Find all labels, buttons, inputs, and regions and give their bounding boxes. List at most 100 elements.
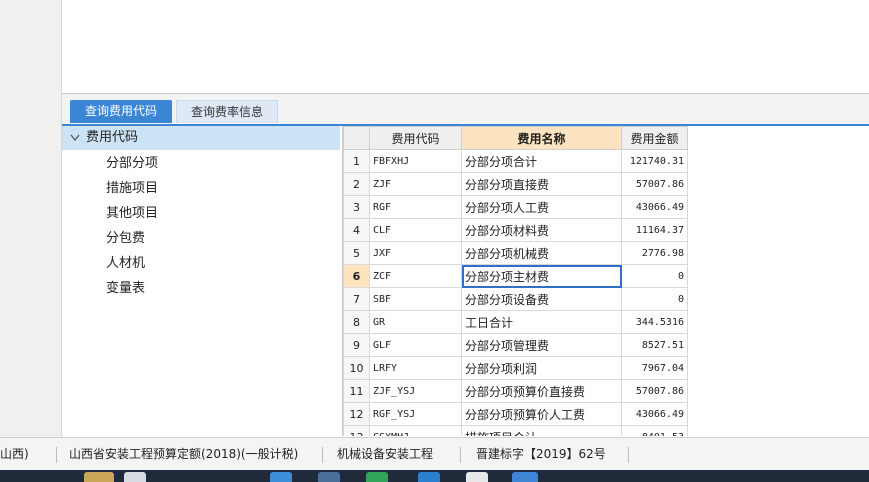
fee-amount-cell[interactable]: 7967.04 [621,356,688,380]
table-row[interactable]: 13CSXMHJ措施项目合计8401.53 [343,425,688,436]
fee-name-cell[interactable]: 分部分项直接费 [461,172,622,196]
fee-code-cell[interactable]: CSXMHJ [369,425,462,436]
row-number-cell[interactable]: 8 [343,310,370,334]
table-row[interactable]: 5 JXF 分部分项机械费 2776.98 [343,241,688,265]
row-number-cell[interactable]: 6 [343,264,370,288]
row-number-cell[interactable]: 12 [343,402,370,426]
taskbar-app-icon[interactable] [124,472,146,482]
fee-code-cell[interactable]: GLF [369,333,462,357]
taskbar-app-icon[interactable] [366,472,388,482]
fee-amount-cell[interactable]: 11164.37 [621,218,688,242]
fee-code-cell[interactable]: FBFXHJ [369,149,462,173]
table-row[interactable]: 1 FBFXHJ 分部分项合计 121740.31 [343,149,688,173]
fee-name-cell[interactable]: 分部分项主材费 [461,264,622,288]
table-row[interactable]: 12 RGF_YSJ 分部分项预算价人工费 43066.49 [343,402,688,426]
table-row[interactable]: 10 LRFY 分部分项利润 7967.04 [343,356,688,380]
taskbar-app-icon[interactable] [84,472,114,482]
status-divider [628,447,629,463]
header-fee-name[interactable]: 费用名称 [461,126,622,150]
header-row-number[interactable] [343,126,370,150]
chevron-down-icon[interactable] [70,126,82,150]
fee-amount-cell[interactable]: 43066.49 [621,195,688,219]
tree-root-fee-code[interactable]: 费用代码 [62,126,340,150]
fee-amount-cell[interactable]: 43066.49 [621,402,688,426]
fee-amount-cell[interactable]: 57007.86 [621,172,688,196]
fee-name-cell[interactable]: 措施项目合计 [461,425,622,436]
taskbar [0,470,869,482]
fee-name-cell[interactable]: 分部分项合计 [461,149,622,173]
tree-item-qtxm[interactable]: 其他项目 [106,202,158,226]
row-number-cell[interactable]: 2 [343,172,370,196]
tree-item-fbf[interactable]: 分包费 [106,227,145,251]
table-header-row: 费用代码 费用名称 费用金额 [343,126,688,150]
fee-code-cell[interactable]: LRFY [369,356,462,380]
fee-code-grid: 费用代码 费用名称 费用金额 1 FBFXHJ 分部分项合计 121740.31 2 ZJ… [342,126,689,436]
tree-item-rcj[interactable]: 人材机 [106,252,145,276]
row-number-cell[interactable]: 9 [343,333,370,357]
status-divider [322,447,323,463]
fee-amount-cell[interactable]: 0 [621,264,688,288]
header-fee-amount[interactable]: 费用金额 [621,126,688,150]
row-number-cell[interactable]: 10 [343,356,370,380]
table-row[interactable]: 11 ZJF_YSJ 分部分项预算价直接费 57007.86 [343,379,688,403]
fee-name-cell[interactable]: 分部分项利润 [461,356,622,380]
tab-query-fee-rate[interactable]: 查询费率信息 [176,100,278,123]
taskbar-app-icon[interactable] [512,472,538,482]
fee-code-cell[interactable]: JXF [369,241,462,265]
tree-item-csxm[interactable]: 措施项目 [106,177,158,201]
tree-item-blb[interactable]: 变量表 [106,277,145,301]
fee-code-table: 费用代码 费用名称 费用金额 1 FBFXHJ 分部分项合计 121740.31 2 ZJ… [343,126,688,436]
fee-amount-cell[interactable]: 121740.31 [621,149,688,173]
table-row[interactable]: 2 ZJF 分部分项直接费 57007.86 [343,172,688,196]
left-panel-strip [0,0,62,437]
tab-query-fee-code[interactable]: 查询费用代码 [70,100,172,123]
row-number-cell[interactable]: 11 [343,379,370,403]
fee-amount-cell[interactable]: 2776.98 [621,241,688,265]
row-number-cell[interactable]: 3 [343,195,370,219]
row-number-cell[interactable]: 4 [343,218,370,242]
fee-name-cell[interactable]: 分部分项人工费 [461,195,622,219]
fee-code-cell[interactable]: RGF [369,195,462,219]
fee-name-cell[interactable]: 分部分项管理费 [461,333,622,357]
status-project-type: 机械设备安装工程 [337,447,434,461]
taskbar-app-icon[interactable] [418,472,440,482]
tree-root-label: 费用代码 [86,130,139,145]
fee-code-cell[interactable]: GR [369,310,462,334]
row-number-cell[interactable]: 7 [343,287,370,311]
fee-name-cell[interactable]: 分部分项设备费 [461,287,622,311]
fee-name-cell[interactable]: 分部分项材料费 [461,218,622,242]
fee-code-cell[interactable]: RGF_YSJ [369,402,462,426]
table-row[interactable]: 9 GLF 分部分项管理费 8527.51 [343,333,688,357]
fee-name-cell[interactable]: 分部分项预算价直接费 [461,379,622,403]
fee-code-cell[interactable]: ZJF [369,172,462,196]
fee-code-cell[interactable]: ZJF_YSJ [369,379,462,403]
fee-code-cell[interactable]: ZCF [369,264,462,288]
tab-bar: 查询费用代码 查询费率信息 [62,94,869,126]
fee-amount-cell[interactable]: 8527.51 [621,333,688,357]
fee-amount-cell[interactable]: 57007.86 [621,379,688,403]
table-row[interactable]: 7 SBF 分部分项设备费 0 [343,287,688,311]
status-divider [460,447,461,463]
taskbar-app-icon[interactable] [466,472,488,482]
table-row[interactable]: 4 CLF 分部分项材料费 11164.37 [343,218,688,242]
status-document-number: 晋建标字【2019】62号 [476,447,606,461]
tree-item-fbfx[interactable]: 分部分项 [106,152,158,176]
status-bar: 山西) 山西省安装工程预算定额(2018)(一般计税) 机械设备安装工程 晋建标… [0,437,869,471]
row-number-cell[interactable]: 5 [343,241,370,265]
row-number-cell[interactable]: 1 [343,149,370,173]
fee-name-cell[interactable]: 工日合计 [461,310,622,334]
fee-amount-cell[interactable]: 0 [621,287,688,311]
taskbar-app-icon[interactable] [318,472,340,482]
table-row[interactable]: 3 RGF 分部分项人工费 43066.49 [343,195,688,219]
row-number-cell[interactable]: 13 [343,425,370,436]
header-fee-code[interactable]: 费用代码 [369,126,462,150]
taskbar-app-icon[interactable] [270,472,292,482]
fee-amount-cell[interactable]: 344.5316 [621,310,688,334]
fee-name-cell[interactable]: 分部分项机械费 [461,241,622,265]
fee-amount-cell[interactable]: 8401.53 [621,425,688,436]
fee-code-cell[interactable]: CLF [369,218,462,242]
table-row[interactable]: 6 ZCF 分部分项主材费 0 [343,264,688,288]
fee-name-cell[interactable]: 分部分项预算价人工费 [461,402,622,426]
table-row[interactable]: 8 GR 工日合计 344.5316 [343,310,688,334]
fee-code-cell[interactable]: SBF [369,287,462,311]
